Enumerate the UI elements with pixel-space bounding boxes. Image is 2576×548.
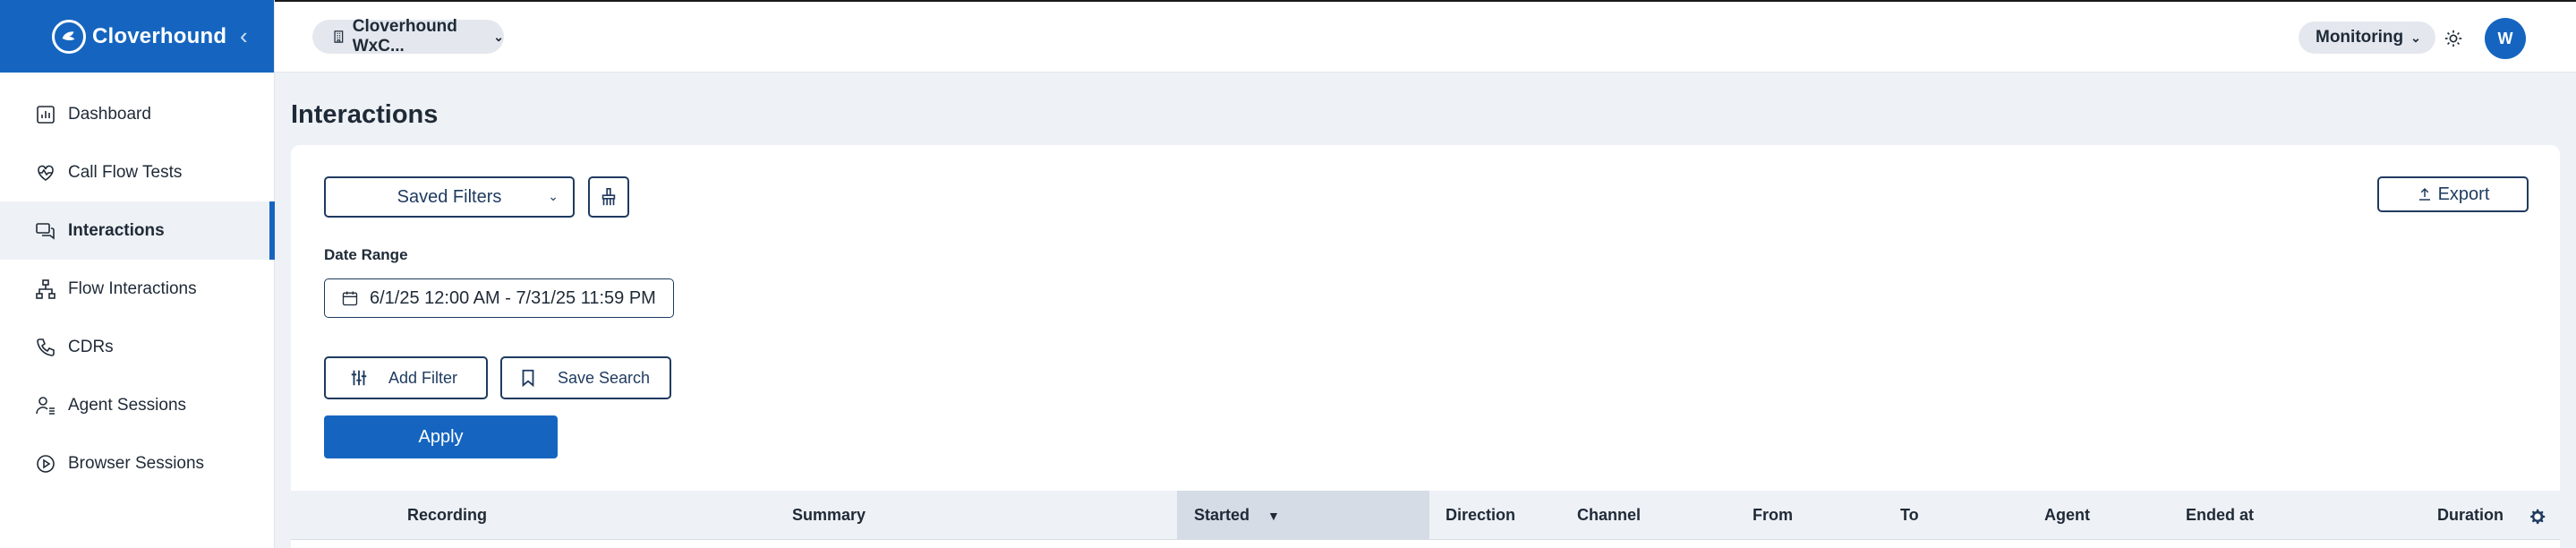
play-circle-icon xyxy=(34,452,57,475)
save-search-button[interactable]: Save Search xyxy=(500,356,671,399)
clear-filters-button[interactable] xyxy=(588,176,629,218)
brand-header: Cloverhound ‹ xyxy=(0,0,274,73)
top-bar: Cloverhound WxC... ⌄ Monitoring ⌄ W xyxy=(275,0,2576,73)
chevron-left-icon[interactable]: ‹ xyxy=(240,23,248,48)
sidebar-item-call-flow-tests[interactable]: Call Flow Tests xyxy=(0,143,275,201)
agent-list-icon xyxy=(34,394,57,417)
save-search-label: Save Search xyxy=(558,368,651,387)
column-header-duration[interactable]: Duration xyxy=(2437,491,2503,540)
sidebar-item-browser-sessions[interactable]: Browser Sessions xyxy=(0,434,275,492)
sidebar-item-label: Dashboard xyxy=(68,104,151,124)
saved-filters-dropdown[interactable]: Saved Filters ⌄ xyxy=(324,176,575,218)
column-header-ended-at[interactable]: Ended at xyxy=(2186,491,2254,540)
sidebar-item-interactions[interactable]: Interactions xyxy=(0,201,275,260)
date-range-input[interactable]: 6/1/25 12:00 AM - 7/31/25 11:59 PM xyxy=(324,278,674,318)
column-header-direction[interactable]: Direction xyxy=(1446,491,1515,540)
export-label: Export xyxy=(2437,184,2490,204)
phone-icon xyxy=(34,336,57,359)
flow-tree-icon xyxy=(34,278,57,301)
avatar[interactable]: W xyxy=(2485,18,2526,59)
bar-chart-icon xyxy=(34,103,57,126)
sidebar-item-label: Agent Sessions xyxy=(68,395,187,415)
bookmark-icon xyxy=(522,369,534,388)
chat-bubbles-icon xyxy=(34,219,57,243)
column-header-started[interactable]: Started ▼ xyxy=(1177,491,1429,540)
mode-selector[interactable]: Monitoring ⌄ xyxy=(2299,21,2435,54)
org-selector-label: Cloverhound WxC... xyxy=(352,17,457,56)
chevron-down-icon: ⌄ xyxy=(493,29,504,44)
table-header: Recording Summary Started ▼ Direction Ch… xyxy=(291,491,2560,540)
sidebar-item-label: Browser Sessions xyxy=(68,453,205,473)
sun-icon[interactable] xyxy=(2444,29,2463,48)
export-button[interactable]: Export xyxy=(2377,176,2529,212)
column-header-to[interactable]: To xyxy=(1900,491,1919,540)
gear-icon[interactable] xyxy=(2528,507,2547,527)
sidebar-item-label: Interactions xyxy=(68,220,165,240)
heart-pulse-icon xyxy=(34,161,57,184)
calendar-icon xyxy=(342,291,358,306)
add-filter-label: Add Filter xyxy=(388,368,458,387)
sidebar-item-agent-sessions[interactable]: Agent Sessions xyxy=(0,376,275,434)
cloverhound-logo-icon xyxy=(52,20,86,54)
upload-icon xyxy=(2418,187,2430,201)
date-range-value: 6/1/25 12:00 AM - 7/31/25 11:59 PM xyxy=(370,287,656,308)
sidebar-item-label: Call Flow Tests xyxy=(68,162,183,182)
column-header-from[interactable]: From xyxy=(1753,491,1793,540)
org-selector[interactable]: Cloverhound WxC... ⌄ xyxy=(312,17,504,56)
sidebar-item-label: Flow Interactions xyxy=(68,278,197,298)
column-header-summary[interactable]: Summary xyxy=(792,491,866,540)
sliders-icon xyxy=(351,370,367,386)
saved-filters-label: Saved Filters xyxy=(397,186,502,207)
filters-panel: Saved Filters ⌄ Export Date Range 6/1/25… xyxy=(291,145,2560,548)
chevron-down-icon: ⌄ xyxy=(548,189,559,203)
sidebar-item-cdrs[interactable]: CDRs xyxy=(0,318,275,376)
building-icon xyxy=(334,30,344,43)
chevron-down-icon: ⌄ xyxy=(2410,30,2421,45)
column-header-agent[interactable]: Agent xyxy=(2044,491,2090,540)
sidebar-item-dashboard[interactable]: Dashboard xyxy=(0,85,275,143)
column-header-label: Started xyxy=(1194,506,1250,524)
mode-selector-label: Monitoring xyxy=(2316,28,2404,47)
apply-button[interactable]: Apply xyxy=(324,415,558,458)
column-header-recording[interactable]: Recording xyxy=(407,491,487,540)
page-title: Interactions xyxy=(291,100,439,129)
broom-icon xyxy=(601,188,616,206)
sidebar-item-label: CDRs xyxy=(68,337,114,356)
sort-descending-icon: ▼ xyxy=(1267,508,1280,523)
brand-name[interactable]: Cloverhound xyxy=(92,24,226,49)
add-filter-button[interactable]: Add Filter xyxy=(324,356,488,399)
column-header-channel[interactable]: Channel xyxy=(1577,491,1641,540)
sidebar-nav: Dashboard Call Flow Tests Interactions F… xyxy=(0,85,275,492)
date-range-label: Date Range xyxy=(324,246,408,263)
sidebar: Cloverhound ‹ Dashboard Call Flow Tests … xyxy=(0,0,275,548)
sidebar-item-flow-interactions[interactable]: Flow Interactions xyxy=(0,260,275,318)
